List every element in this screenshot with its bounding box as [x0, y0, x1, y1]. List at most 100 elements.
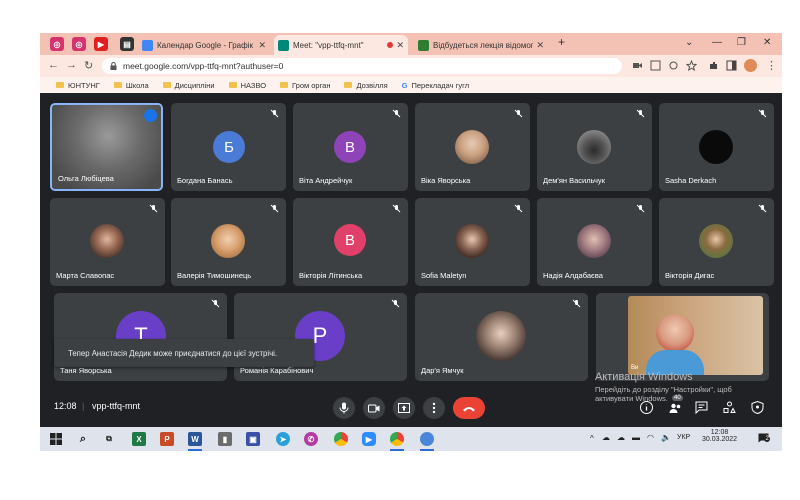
youtube-tab-icon[interactable]: ▶ [94, 37, 108, 51]
word-icon[interactable]: W [188, 432, 202, 451]
chrome-profile-icon[interactable] [390, 432, 404, 451]
share-icon[interactable] [668, 60, 679, 71]
windows-start-icon[interactable] [49, 432, 63, 446]
bookmark-item[interactable]: Гром орган [280, 81, 330, 90]
zoom-icon[interactable]: ▶ [362, 432, 376, 446]
emblem-icon [418, 39, 429, 51]
chrome-profile-2-icon[interactable] [420, 432, 434, 451]
sidepanel-icon[interactable] [726, 60, 737, 71]
battery-icon[interactable]: ▬ [632, 433, 640, 442]
meeting-time: 12:08 [54, 401, 77, 411]
language-indicator[interactable]: УКР [677, 434, 690, 441]
tab-lecture[interactable]: Відбудеться лекція відомого на ✕ [414, 35, 548, 55]
address-bar[interactable]: meet.google.com/vpp-ttfq-mnt?authuser=0 [102, 58, 622, 74]
save-disk-icon[interactable]: ▣ [246, 432, 260, 446]
tab-search-chevron-icon[interactable]: ⌄ [685, 37, 693, 48]
search-icon[interactable]: ⌕ [76, 432, 90, 446]
powerpoint-icon[interactable]: P [160, 432, 174, 446]
participant-tile-self[interactable]: Ви [596, 293, 769, 381]
excel-icon[interactable]: X [132, 432, 146, 446]
close-tab-icon[interactable]: ✕ [258, 40, 266, 51]
mic-off-icon [270, 204, 279, 213]
host-controls-icon[interactable] [751, 401, 764, 414]
participant-tile[interactable]: Валерія Тимошинець [171, 198, 286, 286]
camera-button[interactable] [363, 397, 385, 419]
cloud-icon[interactable]: ☁ [602, 433, 610, 442]
participant-tile[interactable]: Б Богдана Банась [171, 103, 286, 191]
recording-dot-icon [387, 42, 394, 48]
minimize-button[interactable]: — [712, 37, 722, 48]
bookmark-item[interactable]: Дозвілля [344, 81, 388, 90]
app-tab-icon[interactable]: ▤ [120, 37, 134, 51]
bookmark-item[interactable]: ЮНТУНГ [56, 81, 100, 90]
new-tab-button[interactable]: + [558, 35, 565, 49]
extensions-icon[interactable] [708, 60, 719, 71]
instagram-tab-icon-2[interactable]: ◎ [72, 37, 86, 51]
tab-calendar[interactable]: Календар Google - Графік почи ✕ [138, 35, 270, 55]
activities-icon[interactable] [723, 401, 736, 414]
bookmark-item[interactable]: G Перекладач гугл [402, 81, 469, 90]
people-button[interactable]: 40 [669, 395, 683, 415]
participant-photo [577, 130, 611, 164]
participant-tile[interactable]: Т Таня Яворська [54, 293, 227, 381]
chrome-icon[interactable] [334, 432, 348, 446]
task-view-icon[interactable]: ⧉ [102, 432, 116, 446]
close-tab-icon[interactable]: ✕ [536, 40, 544, 51]
participant-tile[interactable]: Sasha Derkach [659, 103, 774, 191]
meet-controls-bar: 12:08 | vpp-ttfq-mnt 40 [40, 387, 782, 427]
viber-icon[interactable]: ✆ [304, 432, 318, 446]
mic-off-icon [391, 299, 400, 308]
onedrive-icon[interactable]: ☁ [617, 433, 625, 442]
notifications-button[interactable]: 2 [758, 431, 771, 445]
participant-tile[interactable]: Дар'я Ямчук [415, 293, 588, 381]
mic-off-icon [758, 204, 767, 213]
info-icon[interactable] [640, 401, 653, 414]
bookmark-item[interactable]: Дисципліни [162, 81, 215, 90]
participant-photo [90, 224, 124, 258]
participant-tile[interactable]: Надія Алдабаєва [537, 198, 652, 286]
network-icon[interactable]: ◠ [647, 433, 654, 442]
telegram-icon[interactable]: ➤ [276, 432, 290, 446]
participant-tile[interactable]: Дем'ян Васильчук [537, 103, 652, 191]
tab-meet[interactable]: Meet: "vpp-ttfq-mnt" ✕ [274, 35, 408, 55]
tray-chevron-icon[interactable]: ^ [590, 434, 594, 443]
reload-icon[interactable]: ↻ [84, 59, 93, 72]
participant-tile[interactable]: Марта Славопас [50, 198, 165, 286]
more-menu-icon[interactable]: ⋮ [766, 59, 777, 72]
camera-icon[interactable] [632, 60, 643, 71]
profile-avatar[interactable] [744, 59, 757, 72]
bookmark-item[interactable]: НАЗВО [228, 81, 266, 90]
maximize-button[interactable]: ❐ [737, 37, 746, 48]
participant-tile-olha[interactable]: Ольга Любіцева [50, 103, 163, 191]
participant-tile[interactable]: В Віта Андрейчук [293, 103, 408, 191]
close-tab-icon[interactable]: ✕ [396, 40, 404, 51]
google-icon: G [401, 80, 408, 90]
chat-icon[interactable] [695, 401, 708, 414]
participant-tile[interactable]: Sofia Maletyn [415, 198, 530, 286]
mic-off-icon [149, 204, 158, 213]
forward-icon[interactable]: → [66, 59, 77, 71]
back-icon[interactable]: ← [48, 59, 59, 71]
present-button[interactable] [393, 397, 415, 419]
participant-name: Вікторія Літинська [299, 271, 363, 280]
usb-device-icon[interactable]: ▮ [218, 432, 232, 446]
instagram-tab-icon[interactable]: ◎ [50, 37, 64, 51]
self-video: Ви [628, 296, 763, 375]
participant-tile[interactable]: В Вікторія Літинська [293, 198, 408, 286]
participant-tile[interactable]: Віка Яворська [415, 103, 530, 191]
more-options-button[interactable] [423, 397, 445, 419]
volume-icon[interactable]: 🔈 [661, 433, 671, 442]
clock[interactable]: 12:08 30.03.2022 [702, 429, 737, 443]
end-call-button[interactable] [453, 397, 485, 419]
participant-tile[interactable]: Р Романія Карабінович [234, 293, 407, 381]
mic-off-icon [514, 109, 523, 118]
star-icon[interactable] [686, 60, 697, 71]
videocam-icon [368, 404, 380, 412]
participant-tile[interactable]: Вікторія Дигас [659, 198, 774, 286]
bookmark-item[interactable]: Школа [113, 81, 149, 90]
mic-button[interactable] [333, 397, 355, 419]
self-face [656, 314, 694, 352]
translate-icon[interactable] [650, 60, 661, 71]
bookmarks-bar: ЮНТУНГ Школа Дисципліни НАЗВО Гром орган… [40, 77, 782, 93]
close-window-button[interactable]: ✕ [763, 37, 771, 48]
